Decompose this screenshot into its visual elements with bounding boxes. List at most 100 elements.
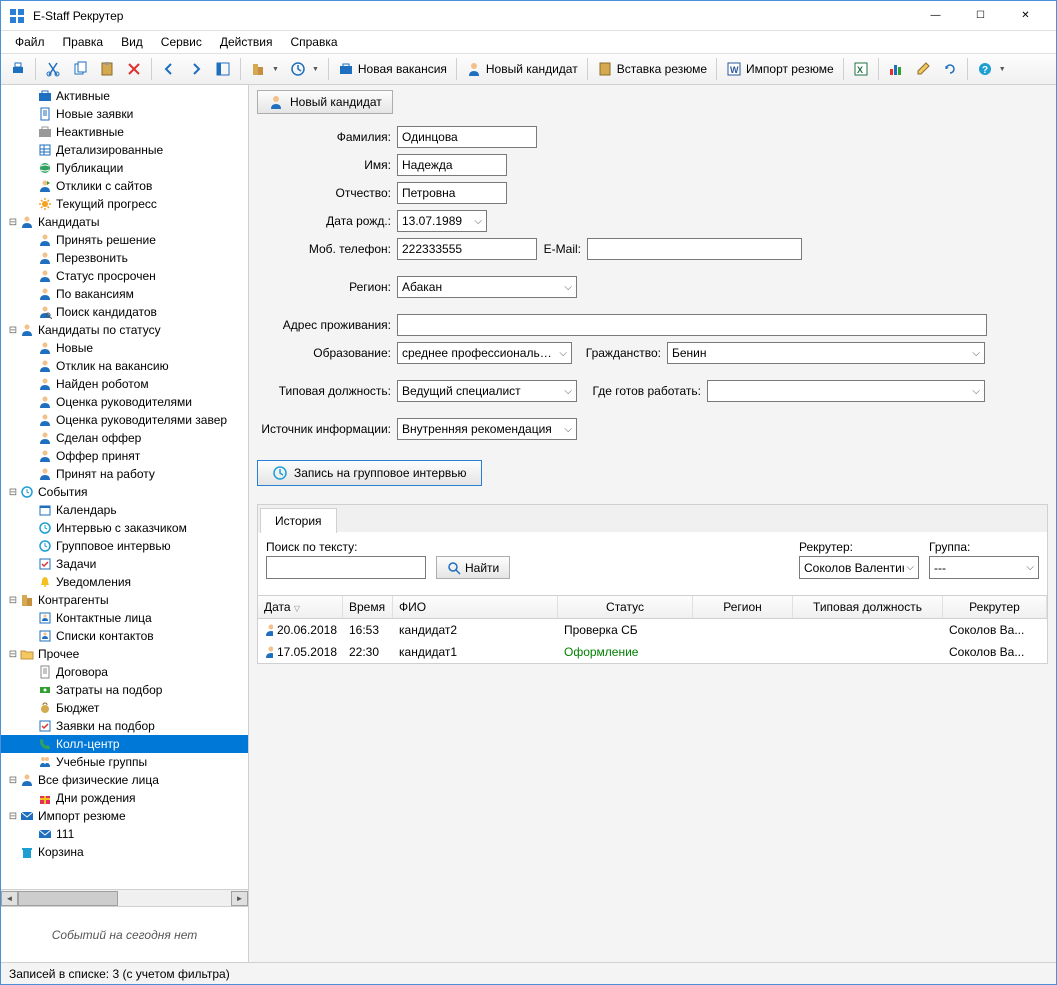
tree-node[interactable]: Сделан оффер: [1, 429, 248, 447]
work-location-select[interactable]: [707, 380, 985, 402]
paste-button[interactable]: [94, 57, 120, 81]
paste-resume-button[interactable]: Вставка резюме: [592, 57, 712, 81]
recruiter-filter[interactable]: Соколов Валентин: [799, 556, 919, 579]
tree-node[interactable]: ⊟Все физические лица: [1, 771, 248, 789]
tree-node[interactable]: 111: [1, 825, 248, 843]
history-tab[interactable]: История: [260, 508, 337, 533]
tree-node[interactable]: Дни рождения: [1, 789, 248, 807]
group-interview-button[interactable]: Запись на групповое интервью: [257, 460, 482, 486]
tree-node[interactable]: По вакансиям: [1, 285, 248, 303]
tree-node[interactable]: Оценка руководителями завер: [1, 411, 248, 429]
tree-node[interactable]: ⊟Прочее: [1, 645, 248, 663]
menu-edit[interactable]: Правка: [55, 33, 112, 51]
tree-node[interactable]: Списки контактов: [1, 627, 248, 645]
menu-file[interactable]: Файл: [7, 33, 53, 51]
tree-node[interactable]: Текущий прогресс: [1, 195, 248, 213]
tree-node[interactable]: Принять решение: [1, 231, 248, 249]
find-button[interactable]: Найти: [436, 556, 510, 579]
new-candidate-button[interactable]: Новый кандидат: [461, 57, 583, 81]
forward-button[interactable]: [183, 57, 209, 81]
region-select[interactable]: Абакан: [397, 276, 577, 298]
new-vacancy-button[interactable]: Новая вакансия: [333, 57, 452, 81]
tree-node[interactable]: Групповое интервью: [1, 537, 248, 555]
navigation-tree[interactable]: АктивныеНовые заявкиНеактивныеДетализиро…: [1, 85, 248, 889]
tree-node[interactable]: Детализированные: [1, 141, 248, 159]
cut-button[interactable]: [40, 57, 66, 81]
col-time[interactable]: Время: [343, 596, 393, 618]
menu-actions[interactable]: Действия: [212, 33, 281, 51]
tree-node[interactable]: Колл-центр: [1, 735, 248, 753]
tree-node[interactable]: Оценка руководителями: [1, 393, 248, 411]
tree-node[interactable]: Корзина: [1, 843, 248, 861]
tree-node[interactable]: ⊟События: [1, 483, 248, 501]
group-filter[interactable]: ---: [929, 556, 1039, 579]
maximize-button[interactable]: ☐: [958, 2, 1003, 30]
tree-node[interactable]: Календарь: [1, 501, 248, 519]
menu-view[interactable]: Вид: [113, 33, 151, 51]
tree-node[interactable]: Уведомления: [1, 573, 248, 591]
tree-node[interactable]: Неактивные: [1, 123, 248, 141]
recent-button[interactable]: ▼: [285, 57, 324, 81]
dob-select[interactable]: 13.07.1989: [397, 210, 487, 232]
print-button[interactable]: [5, 57, 31, 81]
address-input[interactable]: [397, 314, 987, 336]
col-fio[interactable]: ФИО: [393, 596, 558, 618]
new-candidate-form-button[interactable]: Новый кандидат: [257, 90, 393, 114]
source-select[interactable]: Внутренняя рекомендация: [397, 418, 577, 440]
tree-node[interactable]: Статус просрочен: [1, 267, 248, 285]
tree-node[interactable]: ⊟Контрагенты: [1, 591, 248, 609]
tree-node[interactable]: Интервью с заказчиком: [1, 519, 248, 537]
tree-node[interactable]: Найден роботом: [1, 375, 248, 393]
minimize-button[interactable]: —: [913, 2, 958, 30]
excel-button[interactable]: X: [848, 57, 874, 81]
tree-node[interactable]: Отклик на вакансию: [1, 357, 248, 375]
tree-node[interactable]: ⊟Кандидаты по статусу: [1, 321, 248, 339]
tree-node[interactable]: Контактные лица: [1, 609, 248, 627]
citizenship-select[interactable]: Бенин: [667, 342, 985, 364]
tree-node[interactable]: Договора: [1, 663, 248, 681]
tree-panel-button[interactable]: [210, 57, 236, 81]
tree-node[interactable]: Публикации: [1, 159, 248, 177]
delete-button[interactable]: [121, 57, 147, 81]
tree-node[interactable]: ⊟Импорт резюме: [1, 807, 248, 825]
import-resume-button[interactable]: WИмпорт резюме: [721, 57, 839, 81]
col-region[interactable]: Регион: [693, 596, 793, 618]
companies-button[interactable]: ▼: [245, 57, 284, 81]
tree-node[interactable]: ⊟Кандидаты: [1, 213, 248, 231]
tree-node[interactable]: Затраты на подбор: [1, 681, 248, 699]
mobile-input[interactable]: [397, 238, 537, 260]
col-position[interactable]: Типовая должность: [793, 596, 943, 618]
surname-input[interactable]: [397, 126, 537, 148]
tree-node[interactable]: Активные: [1, 87, 248, 105]
close-button[interactable]: ✕: [1003, 2, 1048, 30]
col-recruiter[interactable]: Рекрутер: [943, 596, 1047, 618]
tree-node[interactable]: Заявки на подбор: [1, 717, 248, 735]
patronymic-input[interactable]: [397, 182, 507, 204]
tree-hscrollbar[interactable]: ◄►: [1, 889, 248, 906]
edit-button[interactable]: [910, 57, 936, 81]
copy-button[interactable]: [67, 57, 93, 81]
history-row[interactable]: 20.06.201816:53кандидат2Проверка СБСокол…: [258, 619, 1047, 641]
tree-node[interactable]: Задачи: [1, 555, 248, 573]
tree-node[interactable]: Новые: [1, 339, 248, 357]
menu-help[interactable]: Справка: [282, 33, 345, 51]
chart-button[interactable]: [883, 57, 909, 81]
help-button[interactable]: ?▼: [972, 57, 1011, 81]
name-input[interactable]: [397, 154, 507, 176]
menu-service[interactable]: Сервис: [153, 33, 210, 51]
tree-node[interactable]: Перезвонить: [1, 249, 248, 267]
tree-node[interactable]: Принят на работу: [1, 465, 248, 483]
tree-node[interactable]: Оффер принят: [1, 447, 248, 465]
tree-node[interactable]: Учебные группы: [1, 753, 248, 771]
tree-node[interactable]: Бюджет: [1, 699, 248, 717]
col-status[interactable]: Статус: [558, 596, 693, 618]
history-row[interactable]: 17.05.201822:30кандидат1ОформлениеСоколо…: [258, 641, 1047, 663]
position-select[interactable]: Ведущий специалист: [397, 380, 577, 402]
tree-node[interactable]: Новые заявки: [1, 105, 248, 123]
back-button[interactable]: [156, 57, 182, 81]
tree-node[interactable]: Отклики с сайтов: [1, 177, 248, 195]
search-input[interactable]: [266, 556, 426, 579]
tree-node[interactable]: Поиск кандидатов: [1, 303, 248, 321]
education-select[interactable]: среднее профессиональное: [397, 342, 572, 364]
refresh-button[interactable]: [937, 57, 963, 81]
